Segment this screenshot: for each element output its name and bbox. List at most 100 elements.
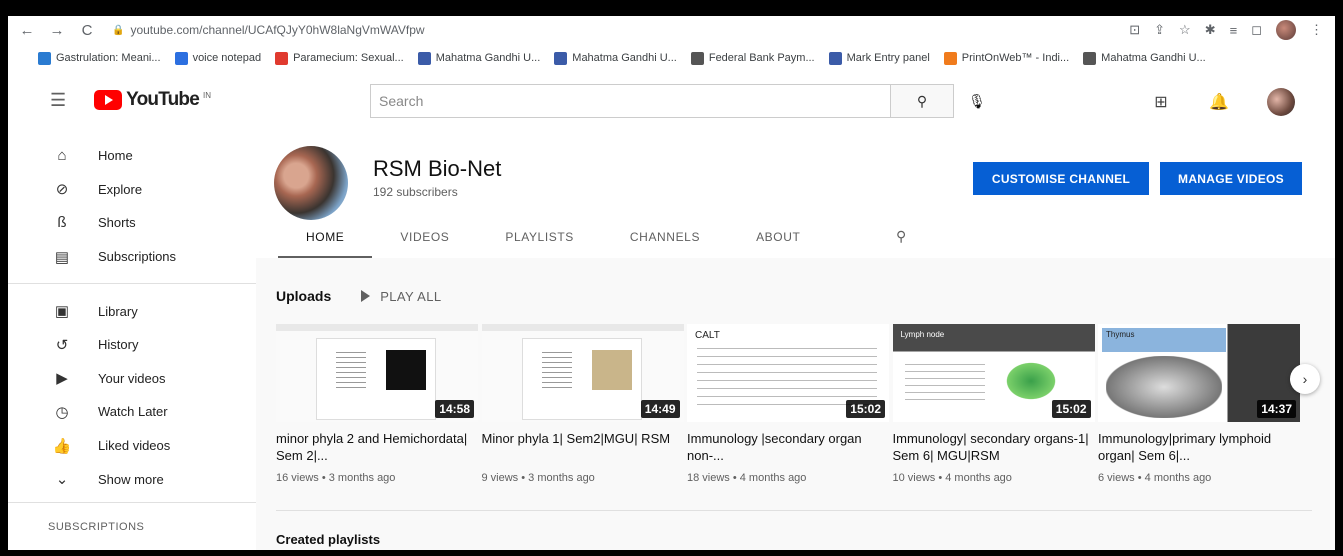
created-playlists-heading: Created playlists <box>276 532 381 547</box>
video-meta: 9 views • 3 months ago <box>481 472 595 484</box>
star-icon[interactable]: ☆ <box>1179 22 1191 38</box>
shorts-icon: ß <box>57 214 67 232</box>
video-card[interactable]: 14:58 minor phyla 2 and Hemichordata| Sem… <box>276 324 478 484</box>
tab-videos[interactable]: VIDEOS <box>372 230 477 258</box>
sidebar-item-library[interactable]: ▣ Library <box>8 294 256 328</box>
sidebar-item-show-more[interactable]: ⌄ Show more <box>8 462 256 496</box>
lock-icon: 🔒 <box>112 24 125 36</box>
bookmarks-bar: Gastrulation: Meani... voice notepad Param… <box>8 44 1335 72</box>
video-title[interactable]: Minor phyla 1| Sem2|MGU| RSM <box>482 430 684 464</box>
sidebar-item-watch-later[interactable]: ◷ Watch Later <box>8 395 256 429</box>
bookmark-label: Mahatma Gandhi U... <box>435 52 541 64</box>
subscriptions-icon: ▤ <box>54 248 70 266</box>
thumbs-up-icon: 👍 <box>52 437 72 455</box>
sidebar: ⌂ Home ⊘ Explore ß Shorts ▤ Subscriptions ▣ Libr… <box>8 128 256 550</box>
sidebar-item-label: Library <box>98 303 138 319</box>
bookmark-item[interactable]: Mahatma Gandhi U... <box>1083 51 1206 65</box>
install-icon[interactable]: ⊡ <box>1129 22 1140 38</box>
bookmark-item[interactable]: Mark Entry panel <box>828 51 930 65</box>
url-field[interactable]: 🔒 youtube.com/channel/UCAfQJyY0hW8laNgVm… <box>112 23 425 37</box>
video-thumbnail[interactable]: CALT 15:02 <box>687 324 889 422</box>
bookmark-item[interactable]: Paramecium: Sexual... <box>275 51 404 65</box>
chevron-right-icon: › <box>1302 371 1308 387</box>
bookmark-item[interactable]: Federal Bank Paym... <box>690 51 815 65</box>
uploads-title[interactable]: Uploads <box>276 288 331 304</box>
chevron-down-icon: ⌄ <box>55 471 69 489</box>
youtube-play-logo-icon <box>94 90 123 110</box>
next-arrow-button[interactable]: › <box>1290 364 1320 394</box>
video-thumbnail[interactable]: Lymph node 15:02 <box>892 324 1095 422</box>
video-card[interactable]: Thymus 14:37 Immunology|primary lymphoid o… <box>1098 324 1300 484</box>
bookmark-label: Mark Entry panel <box>846 52 930 64</box>
bookmark-favicon-icon <box>554 51 568 65</box>
search-button[interactable]: ⚲ <box>890 84 954 118</box>
youtube-logo[interactable]: YouTube IN <box>94 89 211 111</box>
bookmark-label: Gastrulation: Meani... <box>56 52 161 64</box>
library-icon: ▣ <box>54 303 70 321</box>
forward-arrow-icon[interactable]: → <box>46 19 68 41</box>
video-thumbnail[interactable]: 14:58 <box>276 324 478 422</box>
subscriptions-heading: SUBSCRIPTIONS <box>48 520 145 533</box>
sidebar-item-your-videos[interactable]: ▶ Your videos <box>8 362 256 396</box>
address-bar: ← → C 🔒 youtube.com/channel/UCAfQJyY0hW8… <box>8 16 1335 44</box>
sidebar-item-history[interactable]: ↺ History <box>8 328 256 362</box>
sidebar-item-home[interactable]: ⌂ Home <box>8 139 256 173</box>
video-meta: 6 views • 4 months ago <box>1098 472 1212 484</box>
video-title[interactable]: Immunology|primary lymphoid organ| Sem 6… <box>1098 430 1300 464</box>
bookmark-item[interactable]: Mahatma Gandhi U... <box>554 51 677 65</box>
watch-later-icon: ◷ <box>55 403 69 421</box>
bookmark-item[interactable]: Mahatma Gandhi U... <box>417 51 541 65</box>
video-title[interactable]: minor phyla 2 and Hemichordata| Sem 2|..… <box>276 430 478 464</box>
tab-channels[interactable]: CHANNELS <box>602 230 728 258</box>
bookmark-item[interactable]: PrintOnWeb™ - Indi... <box>943 51 1069 65</box>
manage-videos-button[interactable]: MANAGE VIDEOS <box>1160 162 1302 195</box>
sidebar-item-subscriptions[interactable]: ▤ Subscriptions <box>8 240 256 274</box>
bookmark-item[interactable]: Gastrulation: Meani... <box>38 51 161 65</box>
video-thumbnail[interactable]: 14:49 <box>481 324 684 422</box>
tab-home[interactable]: HOME <box>278 230 373 258</box>
extensions-icon[interactable]: ✱ <box>1205 22 1216 38</box>
your-videos-icon: ▶ <box>56 370 68 388</box>
bookmark-favicon-icon <box>943 51 957 65</box>
tab-playlists[interactable]: PLAYLISTS <box>477 230 602 258</box>
voice-search-button[interactable]: 🎙 <box>960 84 994 118</box>
reading-list-icon[interactable]: ≡ <box>1230 23 1238 38</box>
side-panel-icon[interactable]: ◻ <box>1251 22 1262 38</box>
header-actions: ⊞ 🔔 <box>1151 88 1295 116</box>
thumbnail-caption: Lymph node <box>900 330 945 339</box>
bookmark-favicon-icon <box>38 51 51 65</box>
video-card[interactable]: CALT 15:02 Immunology |secondary organ non… <box>687 324 889 484</box>
sidebar-item-explore[interactable]: ⊘ Explore <box>8 173 256 207</box>
search-input[interactable] <box>370 84 890 118</box>
notifications-bell-icon[interactable]: 🔔 <box>1209 92 1229 112</box>
video-thumbnail[interactable]: Thymus 14:37 <box>1098 324 1300 422</box>
play-all-button[interactable]: PLAY ALL <box>361 289 441 304</box>
tab-about[interactable]: ABOUT <box>728 230 828 258</box>
bookmark-item[interactable]: voice notepad <box>174 51 261 65</box>
sidebar-item-label: History <box>98 337 139 353</box>
uploads-shelf-header: Uploads PLAY ALL <box>276 288 442 304</box>
customise-channel-button[interactable]: CUSTOMISE CHANNEL <box>973 162 1149 195</box>
video-card[interactable]: 14:49 Minor phyla 1| Sem2|MGU| RSM 9 views… <box>481 324 684 484</box>
url-text: youtube.com/channel/UCAfQJyY0hW8laNgVmWA… <box>130 23 425 37</box>
channel-avatar[interactable] <box>274 146 348 220</box>
microphone-icon: 🎙 <box>968 92 986 109</box>
browser-profile-icon[interactable] <box>1276 20 1296 40</box>
share-icon[interactable]: ⇪ <box>1154 22 1165 38</box>
video-title[interactable]: Immunology| secondary organs-1| Sem 6| M… <box>893 430 1095 464</box>
compass-icon: ⊘ <box>55 181 69 199</box>
channel-search-icon[interactable]: ⚲ <box>896 228 906 245</box>
hamburger-menu-icon[interactable]: ☰ <box>50 90 66 111</box>
back-arrow-icon[interactable]: ← <box>16 19 38 41</box>
avatar[interactable] <box>1267 88 1295 116</box>
create-video-icon[interactable]: ⊞ <box>1151 92 1171 112</box>
sidebar-item-liked-videos[interactable]: 👍 Liked videos <box>8 429 256 463</box>
sidebar-item-shorts[interactable]: ß Shorts <box>8 206 256 240</box>
video-title[interactable]: Immunology |secondary organ non-... <box>687 430 889 464</box>
video-card[interactable]: Lymph node 15:02 Immunology| secondary org… <box>892 324 1095 484</box>
sidebar-item-label: Show more <box>98 471 164 487</box>
reload-icon[interactable]: C <box>76 19 98 41</box>
subscriber-count: 192 subscribers <box>373 185 458 199</box>
bookmark-label: Paramecium: Sexual... <box>293 52 404 64</box>
menu-dots-icon[interactable]: ⋮ <box>1310 22 1323 38</box>
